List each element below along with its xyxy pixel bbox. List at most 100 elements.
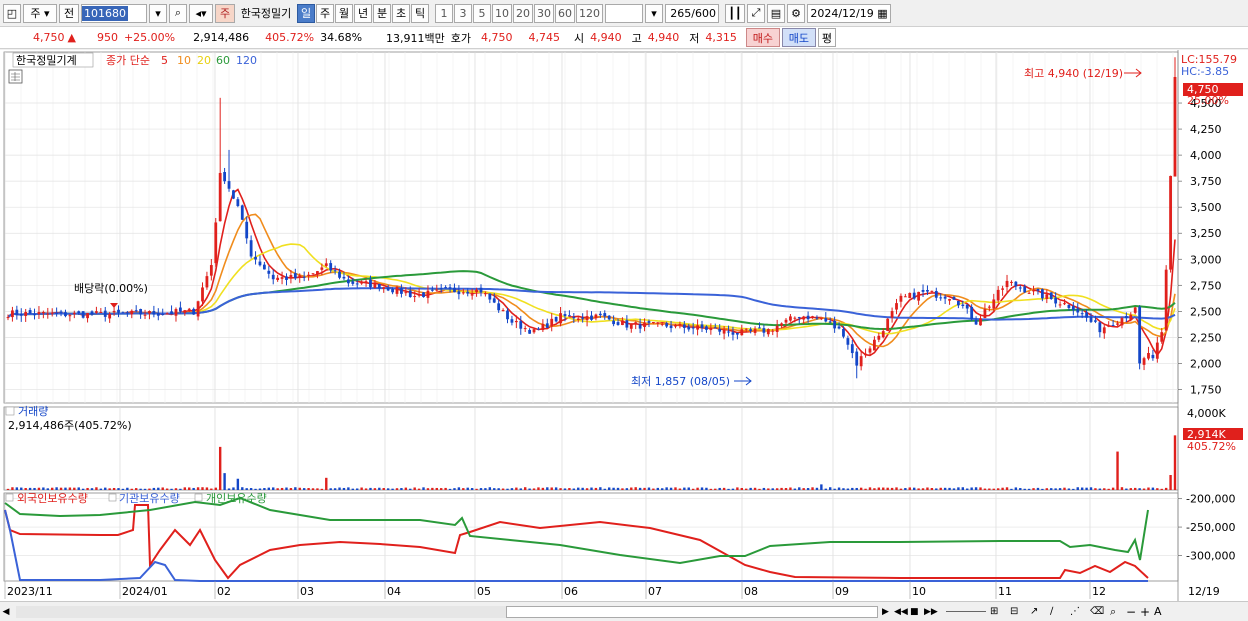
line-tool-icon[interactable]: ∕ bbox=[1050, 606, 1070, 617]
search-icon[interactable]: ⌕ bbox=[169, 3, 187, 23]
candle-icon[interactable]: ┃┃ bbox=[725, 3, 745, 23]
interval-dropdown-icon[interactable]: ▾ bbox=[645, 3, 663, 23]
tab-week[interactable]: 주 bbox=[316, 3, 334, 23]
candle-body bbox=[678, 324, 682, 326]
fib-icon[interactable]: ⋰ bbox=[1070, 606, 1090, 617]
candle-body bbox=[1151, 354, 1155, 359]
zoom-out-icon[interactable]: − bbox=[1126, 605, 1140, 619]
code-input[interactable]: 101680 bbox=[81, 3, 147, 23]
volume-bar bbox=[1076, 487, 1079, 490]
prev-button[interactable]: 전 bbox=[59, 3, 79, 23]
buy-button[interactable]: 매수 bbox=[745, 28, 780, 47]
bid1-value: 4,750 bbox=[481, 31, 513, 44]
scroll-left-icon[interactable]: ◀ bbox=[0, 607, 12, 617]
volume-bar bbox=[749, 487, 752, 490]
chart-canvas[interactable]: 한국정밀기계 종가 단순 5 10 20 60 120 LC:155.79 HC… bbox=[0, 50, 1248, 601]
volume-bar bbox=[196, 487, 200, 490]
rewind-icon[interactable]: ◀◀ bbox=[894, 607, 910, 617]
interval-1[interactable]: 1 bbox=[435, 3, 453, 23]
tab-day[interactable]: 일 bbox=[297, 3, 315, 23]
bid-label: 호가 bbox=[450, 31, 472, 45]
speaker-icon[interactable]: ◂▾ bbox=[189, 3, 213, 23]
font-size-icon[interactable]: A bbox=[1154, 605, 1168, 618]
interval-custom-input[interactable] bbox=[605, 3, 643, 23]
candle-body bbox=[400, 288, 403, 294]
candle-body bbox=[1071, 306, 1075, 311]
scroll-right-icon[interactable]: ▶ bbox=[882, 607, 894, 617]
table-icon[interactable] bbox=[8, 69, 23, 84]
forward-icon[interactable]: ▶▶ bbox=[924, 607, 942, 617]
tab-tick[interactable]: 틱 bbox=[411, 3, 429, 23]
candle-body bbox=[1133, 307, 1137, 313]
volume-bar bbox=[333, 488, 337, 490]
chart-area[interactable]: 한국정밀기계 종가 단순 5 10 20 60 120 LC:155.79 HC… bbox=[0, 50, 1248, 601]
eraser-icon[interactable]: ⌫ bbox=[1090, 606, 1110, 617]
scrollbar-thumb[interactable] bbox=[506, 605, 878, 618]
chart-type-icon[interactable]: ◰ bbox=[3, 3, 21, 23]
count-input[interactable]: 265/600 bbox=[665, 3, 719, 23]
volume-bar bbox=[378, 487, 381, 490]
horizontal-scrollbar[interactable] bbox=[16, 605, 878, 618]
interval-10[interactable]: 10 bbox=[492, 3, 512, 23]
volume-bar bbox=[391, 488, 394, 490]
candle-body bbox=[391, 289, 394, 293]
candle-body bbox=[501, 310, 505, 312]
candle-body bbox=[554, 316, 558, 322]
volume-bar bbox=[1089, 487, 1093, 490]
volume-checkbox[interactable] bbox=[5, 406, 15, 416]
interval-5[interactable]: 5 bbox=[473, 3, 491, 23]
volume-bar bbox=[356, 488, 359, 490]
volume-bar bbox=[515, 487, 518, 490]
x-tick-label: 04 bbox=[387, 585, 401, 598]
holder-checkbox-institution[interactable] bbox=[108, 493, 117, 502]
holder-checkbox-foreign[interactable] bbox=[5, 493, 14, 502]
zoom-search-icon[interactable]: ⌕ bbox=[1110, 605, 1126, 619]
tab-month[interactable]: 월 bbox=[335, 3, 353, 23]
x-tick-label: 10 bbox=[912, 585, 926, 598]
candle-body bbox=[77, 311, 81, 313]
sell-button[interactable]: 매도 bbox=[781, 28, 816, 47]
volume-bar bbox=[753, 487, 757, 490]
volume-bar bbox=[51, 487, 54, 490]
date-input[interactable]: 2024/12/19 ▦ bbox=[807, 3, 891, 23]
gear-icon[interactable]: ⚙ bbox=[787, 3, 805, 23]
interval-20[interactable]: 20 bbox=[513, 3, 533, 23]
volume-bar bbox=[245, 488, 248, 490]
volume-bar bbox=[37, 487, 41, 490]
interval-60[interactable]: 60 bbox=[555, 3, 575, 23]
candle-body bbox=[700, 324, 704, 328]
tab-second[interactable]: 초 bbox=[392, 3, 410, 23]
candle-body bbox=[545, 323, 549, 328]
volume-bar bbox=[585, 488, 589, 490]
volume-bar bbox=[280, 487, 284, 490]
volume-bar bbox=[594, 487, 598, 490]
tab-year[interactable]: 년 bbox=[354, 3, 372, 23]
interval-120[interactable]: 120 bbox=[576, 3, 603, 23]
candle-body bbox=[1027, 292, 1031, 294]
volume-bar bbox=[33, 487, 36, 490]
compare-icon[interactable]: ⊟ bbox=[1010, 606, 1030, 617]
market-select[interactable]: 주 ▾ bbox=[23, 3, 57, 23]
interval-30[interactable]: 30 bbox=[534, 3, 554, 23]
tab-minute[interactable]: 분 bbox=[373, 3, 391, 23]
candle-body bbox=[342, 276, 346, 279]
stop-icon[interactable]: ■ bbox=[910, 607, 924, 617]
drawing-icon[interactable]: ↗ bbox=[1030, 606, 1050, 617]
candle-body bbox=[1036, 288, 1040, 291]
candle-body bbox=[1129, 314, 1133, 321]
volume-bar bbox=[709, 488, 713, 490]
candle-body bbox=[280, 277, 284, 279]
volume-bar bbox=[577, 487, 580, 490]
speed-slider[interactable] bbox=[946, 611, 986, 612]
eval-button[interactable]: 평 bbox=[817, 28, 836, 47]
zoom-in-icon[interactable]: + bbox=[1140, 605, 1154, 619]
holder-checkbox-individual[interactable] bbox=[194, 493, 203, 502]
volume-bar bbox=[546, 487, 549, 490]
volume-bar bbox=[625, 488, 629, 490]
interval-3[interactable]: 3 bbox=[454, 3, 472, 23]
zoom-icon[interactable]: ⤢ bbox=[747, 3, 765, 23]
candle-body bbox=[983, 309, 987, 319]
save-icon[interactable]: ▤ bbox=[767, 3, 785, 23]
crosshair-icon[interactable]: ⊞ bbox=[990, 606, 1010, 617]
code-dropdown-icon[interactable]: ▾ bbox=[149, 3, 167, 23]
